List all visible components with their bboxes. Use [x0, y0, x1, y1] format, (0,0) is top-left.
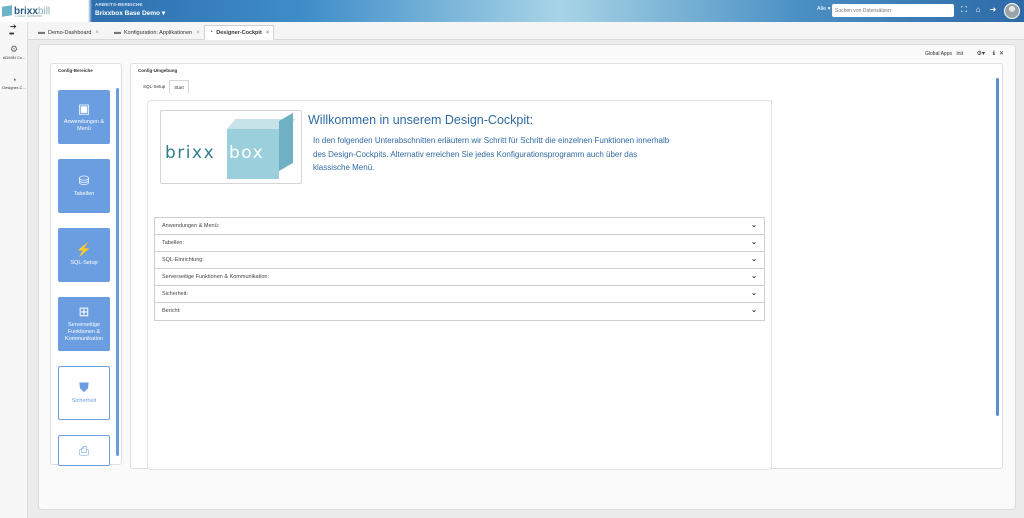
tile-tabellen[interactable]: ⛁ Tabellen [58, 159, 110, 213]
panel-title: Config-Umgebung [138, 68, 178, 73]
accordion-label: Tabellen: [162, 240, 185, 246]
accordion-item-anwendungen[interactable]: Anwendungen & Menü: ⌄ [155, 218, 764, 235]
close-icon[interactable]: ✕ [999, 50, 1004, 57]
logout-icon[interactable]: ➜ [988, 5, 998, 15]
workspace-label: ARBEITS-BEREICHE [95, 2, 143, 7]
accordion-item-serverseitige[interactable]: Serverseitige Funktionen & Kommunikation… [155, 269, 764, 286]
logo-cube-side [279, 112, 293, 171]
tab-konfiguration-applikationen[interactable]: ▬ Konfiguration: Applikationen × [110, 25, 204, 40]
subtab-bar: SQL-Setup Start [139, 80, 189, 94]
chevron-down-icon: ⌄ [751, 307, 757, 314]
subtab-start[interactable]: Start [169, 80, 189, 94]
tile-label: Sicherheit [71, 398, 97, 404]
tab-demo-dashboard[interactable]: ▬ Demo-Dashboard × [34, 25, 103, 40]
home-icon[interactable]: ⌂ [973, 5, 983, 15]
close-icon[interactable]: × [95, 30, 99, 36]
accordion-label: Sicherheit: [162, 291, 188, 297]
top-bar: brixx bill Cloud Software ARBEITS-BEREIC… [0, 0, 1024, 22]
app-logo[interactable]: brixx bill Cloud Software [2, 3, 88, 19]
tile-label: Serverseitige Funktionen & Kommunikation [65, 322, 103, 342]
tab-label: Demo-Dashboard [48, 29, 92, 36]
global-apps-link[interactable]: Global Apps [925, 51, 952, 57]
lightning-icon: ⚡ [75, 242, 93, 257]
search-filter-dropdown[interactable]: Alle ▾ [817, 6, 830, 12]
database-icon: ⛁ [78, 173, 90, 188]
accordion-label: Anwendungen & Menü: [162, 223, 220, 229]
user-avatar[interactable] [1004, 3, 1020, 19]
logo-cube-icon [2, 5, 12, 17]
accordion-label: SQL-Einrichtung: [162, 257, 204, 263]
tab-app-icon: ▬ [114, 29, 121, 36]
config-bereiche-panel: Config-Bereiche ▣ Anwendungen & Menü ⛁ T… [50, 63, 122, 466]
close-icon[interactable]: × [196, 30, 200, 36]
main-panel: Global Apps Init ⚙▾ ℹ ✕ Config-Bereiche … [38, 44, 1016, 510]
tile-label: SQL-Setup [70, 260, 98, 266]
tab-label: Designer-Cockpit [216, 29, 262, 36]
network-icon: ⊞ [78, 304, 90, 319]
column-divider [771, 100, 772, 470]
dashboard-gauge-icon: ◔ [209, 29, 214, 36]
tab-app-icon: ▬ [38, 29, 45, 36]
tile-anwendungen-menue[interactable]: ▣ Anwendungen & Menü [58, 90, 110, 144]
tile-serverseitige-funktionen[interactable]: ⊞ Serverseitige Funktionen & Kommunikati… [58, 297, 110, 351]
chevron-down-icon: ⌄ [751, 222, 757, 229]
brixxbox-logo-card: brixx box [160, 110, 302, 184]
tab-bar: ▬ Demo-Dashboard × ▬ Konfiguration: Appl… [28, 22, 1024, 40]
boxes-icon: ▣ [77, 100, 91, 116]
rail-item-label: ADMIN Co... [2, 55, 26, 60]
accordion-item-tabellen[interactable]: Tabellen: ⌄ [155, 235, 764, 252]
rail-item-admin[interactable]: ⚙ ADMIN Co... [1, 44, 27, 60]
chevron-down-icon: ⌄ [751, 239, 757, 246]
accordion-item-bericht[interactable]: Bericht: ⌄ [155, 303, 764, 320]
accordion-label: Serverseitige Funktionen & Kommunikation… [162, 274, 269, 280]
logo-text-brixx: brixx [165, 143, 216, 163]
settings-dropdown-icon[interactable]: ⚙▾ [977, 50, 985, 57]
info-icon[interactable]: ℹ [993, 50, 995, 57]
vertical-scrollbar[interactable] [996, 78, 999, 416]
shield-icon: ⛊ [79, 380, 89, 395]
start-content: brixx box Willkommen in unserem Design-C… [147, 100, 772, 470]
vertical-scrollbar[interactable] [116, 88, 119, 456]
gear-icon: ⚙ [9, 44, 19, 54]
accordion-item-sql-einrichtung[interactable]: SQL-Einrichtung: ⌄ [155, 252, 764, 269]
rail-item-designer[interactable]: ◔ Designer-C... [1, 75, 27, 90]
fullscreen-icon[interactable]: ⛶ [959, 5, 969, 15]
dashboard-gauge-icon: ◔ [11, 75, 17, 85]
chevron-down-icon: ⌄ [751, 290, 757, 297]
workspace-selector[interactable]: Brixxbox Base Demo ▾ [95, 9, 165, 17]
subtab-sql-setup[interactable]: SQL-Setup [139, 80, 169, 94]
logo-subtitle: Cloud Software [15, 13, 43, 18]
rail-item-label: Designer-C... [2, 85, 26, 90]
welcome-paragraph: In den folgenden Unterabschnitten erläut… [313, 136, 670, 172]
tile-label: Tabellen [73, 191, 95, 197]
config-umgebung-panel: Config-Umgebung SQL-Setup Start brixx bo… [130, 63, 1003, 470]
panel-title: Config-Bereiche [58, 68, 93, 73]
tab-designer-cockpit[interactable]: ◔ Designer-Cockpit × [204, 25, 275, 40]
chevron-down-icon: ⌄ [751, 273, 757, 280]
more-dots-icon[interactable]: ••• [9, 31, 14, 38]
tile-sicherheit[interactable]: ⛊ Sicherheit [58, 366, 110, 420]
accordion: Anwendungen & Menü: ⌄ Tabellen: ⌄ SQL-Ei… [154, 217, 765, 321]
accordion-label: Bericht: [162, 308, 181, 314]
init-link[interactable]: Init [956, 51, 963, 57]
chevron-down-icon: ⌄ [751, 256, 757, 263]
tab-label: Konfiguration: Applikationen [124, 29, 193, 36]
accordion-item-sicherheit[interactable]: Sicherheit: ⌄ [155, 286, 764, 303]
tile-bericht[interactable]: ⎙ [58, 435, 110, 466]
close-icon[interactable]: × [266, 30, 270, 36]
expand-arrow-icon[interactable]: ➔ [10, 22, 17, 31]
printer-icon: ⎙ [78, 443, 90, 458]
tile-sql-setup[interactable]: ⚡ SQL-Setup [58, 228, 110, 282]
welcome-heading: Willkommen in unserem Design-Cockpit: [308, 113, 534, 127]
tile-label: Anwendungen & Menü [63, 118, 105, 132]
left-rail: ➔ ••• ⚙ ADMIN Co... ◔ Designer-C... [0, 22, 28, 518]
logo-text-box: box [229, 143, 265, 163]
search-input[interactable] [832, 4, 954, 17]
